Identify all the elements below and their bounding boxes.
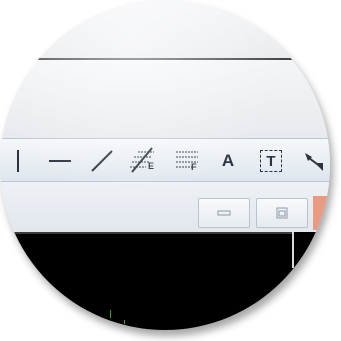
diagonal-line-tool[interactable] (88, 139, 116, 183)
vertical-line-tool-icon (17, 150, 19, 172)
fibonacci-extension-letter: E (148, 161, 155, 171)
canvas-top-border (0, 232, 292, 234)
fibonacci-retracement-tool[interactable]: F (170, 139, 204, 183)
diagonal-line-tool-icon (91, 150, 113, 172)
text-box-letter: T (266, 152, 276, 170)
text-label-tool[interactable]: A (214, 139, 242, 183)
horizontal-line-tool[interactable] (46, 139, 74, 183)
text-label-tool-icon: A (221, 151, 235, 170)
horizontal-line-tool-icon (49, 160, 71, 162)
chart-tick-mark (110, 310, 111, 318)
minimize-icon (217, 210, 231, 216)
fibonacci-extension-tool[interactable]: E (126, 139, 160, 183)
chart-canvas[interactable] (0, 232, 330, 330)
text-box-tool[interactable]: T (256, 139, 286, 183)
ribbon-area (0, 60, 330, 138)
drawing-toolbar: E F A T (0, 138, 330, 182)
top-panel (0, 0, 330, 58)
arrow-tool[interactable] (298, 139, 330, 183)
arrow-tool-icon (305, 153, 323, 171)
restore-button[interactable] (256, 198, 308, 228)
text-box-tool-icon: T (260, 150, 282, 172)
close-button[interactable] (313, 196, 330, 230)
fibonacci-retracement-letter: F (191, 162, 197, 172)
vertical-line-tool[interactable] (8, 139, 28, 183)
magnified-view: E F A T (0, 0, 330, 330)
chart-tick-mark (124, 320, 125, 324)
canvas-right-border (292, 232, 294, 268)
minimize-button[interactable] (198, 198, 250, 228)
restore-icon (276, 207, 288, 219)
